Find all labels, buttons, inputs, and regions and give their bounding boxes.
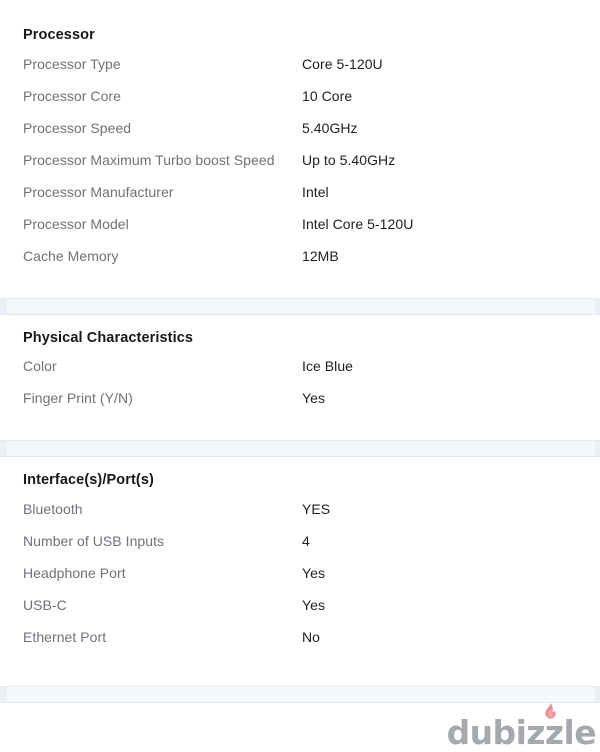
title-spacer (0, 345, 600, 358)
spec-label: Ethernet Port (23, 628, 107, 645)
spec-value: 10 Core (302, 87, 353, 104)
top-spacer (0, 0, 600, 28)
watermark-text: dubizzle (446, 712, 597, 752)
section-bottom-spacer (0, 661, 600, 686)
spec-label: Number of USB Inputs (23, 532, 165, 549)
spec-label: Color (23, 358, 57, 374)
spec-row: Processor Core 10 Core (0, 88, 600, 120)
spec-label: Cache Memory (23, 247, 119, 264)
spec-value: 4 (302, 532, 310, 549)
section-bottom-spacer (0, 280, 600, 298)
spec-row: Color Ice Blue (0, 358, 600, 390)
dubizzle-watermark: dubizzle (446, 702, 597, 752)
spec-row: Processor Speed 5.40GHz (0, 120, 600, 152)
spec-value: YES (302, 500, 331, 517)
section-divider (0, 440, 600, 457)
spec-row: Number of USB Inputs 4 (0, 533, 600, 565)
spec-value: Intel Core 5-120U (302, 215, 414, 232)
spec-row: Processor Model Intel Core 5-120U (0, 216, 600, 248)
spec-label: Bluetooth (23, 500, 83, 517)
spec-row: Finger Print (Y/N) Yes (0, 390, 600, 422)
spec-label: Processor Manufacturer (23, 183, 174, 200)
spec-value: Intel (302, 183, 329, 200)
spec-sheet-page: Processor Processor Type Core 5-120U Pro… (0, 0, 600, 751)
section-top-spacer (0, 457, 600, 473)
spec-label: USB-C (23, 596, 67, 613)
spec-row: Ethernet Port No (0, 629, 600, 661)
section-top-spacer (0, 315, 600, 331)
title-spacer (0, 488, 600, 501)
spec-label: Processor Speed (23, 119, 132, 136)
spec-row: Cache Memory 12MB (0, 248, 600, 280)
title-spacer (0, 43, 600, 56)
spec-value: Up to 5.40GHz (302, 151, 396, 168)
spec-value: 12MB (302, 247, 339, 264)
spec-row: Bluetooth YES (0, 501, 600, 533)
spec-label: Finger Print (Y/N) (23, 390, 133, 406)
section-physical-characteristics: Physical Characteristics Color Ice Blue … (0, 329, 600, 423)
spec-label: Processor Core (23, 87, 121, 104)
spec-value: Core 5-120U (302, 55, 383, 72)
spec-value: Ice Blue (302, 358, 353, 374)
spec-row: Processor Type Core 5-120U (0, 56, 600, 88)
flame-icon (544, 702, 556, 719)
section-title: Processor (23, 27, 95, 43)
spec-value: Yes (302, 564, 325, 581)
spec-label: Processor Type (23, 55, 121, 72)
spec-label: Processor Model (23, 215, 129, 232)
spec-row: Headphone Port Yes (0, 565, 600, 597)
spec-row: Processor Manufacturer Intel (0, 184, 600, 216)
section-divider (0, 685, 600, 703)
section-divider (0, 297, 600, 315)
spec-value: Yes (302, 596, 325, 613)
spec-row: Processor Maximum Turbo boost Speed Up t… (0, 152, 600, 184)
section-title: Physical Characteristics (23, 329, 194, 346)
spec-label: Headphone Port (23, 564, 126, 581)
spec-label: Processor Maximum Turbo boost Speed (23, 151, 275, 168)
section-bottom-spacer (0, 422, 600, 440)
section-processor: Processor Processor Type Core 5-120U Pro… (0, 28, 600, 280)
section-interfaces-ports: Interface(s)/Port(s) Bluetooth YES Numbe… (0, 473, 600, 661)
spec-value: 5.40GHz (302, 119, 358, 136)
spec-value: Yes (302, 390, 325, 406)
spec-value: No (302, 628, 320, 645)
spec-row: USB-C Yes (0, 597, 600, 629)
section-title: Interface(s)/Port(s) (23, 472, 154, 488)
